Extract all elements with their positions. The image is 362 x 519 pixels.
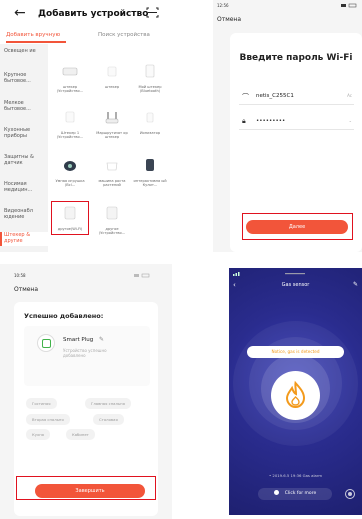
device-label: интерактивна ый Кулит...	[133, 179, 167, 188]
password-field[interactable]: •••••••••	[256, 118, 285, 124]
category-item[interactable]: Видеонабл юдение	[4, 208, 48, 220]
device-label: штекер	[104, 85, 120, 89]
edit-pencil-icon[interactable]: ✎	[353, 281, 358, 288]
category-item[interactable]: Кухонные приборы	[4, 127, 48, 139]
cancel-button[interactable]: Отмена	[14, 286, 38, 293]
device-status-text: Устройство успешно добавлено	[63, 348, 107, 358]
plug-device-icon	[65, 111, 75, 123]
router-plug-icon	[105, 112, 119, 124]
click-for-more-button[interactable]: Click for more	[258, 488, 332, 500]
room-chip[interactable]: Вторая спальня	[26, 414, 70, 425]
wifi-icon: ⌒	[242, 93, 249, 101]
device-tile[interactable]: штекер (Устройство...	[51, 64, 89, 93]
change-network-link[interactable]: Ac	[347, 93, 352, 98]
more-dot-icon	[273, 490, 279, 495]
highlight-box	[51, 201, 89, 235]
device-label: Умная игрушка (Bcl...	[55, 179, 85, 188]
back-arrow-icon[interactable]: ←	[14, 5, 26, 21]
lock-icon: 🔒︎	[242, 117, 246, 125]
status-bar-info	[285, 273, 305, 275]
device-label: Штекер 1 (Устройство...	[56, 131, 84, 140]
category-label: Штекер & другие	[4, 232, 31, 244]
device-tile[interactable]: интерактивна ый Кулит...	[131, 158, 169, 187]
plug-device-icon	[107, 66, 117, 77]
show-password-icon[interactable]: ⌄	[349, 118, 352, 123]
device-tile[interactable]: Умная игрушка (Bcl...	[51, 158, 89, 187]
room-chip[interactable]: Кабинет	[66, 429, 95, 440]
category-item-active[interactable]: Штекер & другие	[0, 232, 48, 246]
cancel-button[interactable]: Отмена	[217, 16, 241, 23]
alarm-log-entry: • 2019.6.5 19:36 Gas alarm	[268, 473, 323, 478]
device-label: машина роста растений	[98, 179, 126, 188]
device-label: Ионизатор	[139, 131, 161, 135]
status-time: 10:58	[14, 273, 26, 278]
category-item[interactable]: Освещен ие	[4, 48, 48, 54]
room-chip[interactable]: Кухня	[26, 429, 50, 440]
device-tile[interactable]: штекер	[93, 64, 131, 89]
active-category-bar	[0, 232, 2, 246]
add-device-screen: ← Добавить устройство Добавить вручную П…	[0, 0, 172, 252]
plant-machine-icon	[106, 162, 118, 171]
network-name: netis_C255C1	[256, 93, 294, 99]
wifi-password-screen: 12:56 Отмена Введите пароль Wi-Fi ⌒ neti…	[213, 0, 362, 252]
network-row[interactable]: ⌒ netis_C255C1 Ac	[239, 89, 354, 105]
device-tile[interactable]: Маршрутизат ор штекер	[93, 110, 131, 139]
category-item[interactable]: Носимая медицин...	[4, 181, 48, 193]
ionizer-icon	[146, 112, 154, 123]
plug-icon	[37, 334, 55, 352]
password-row[interactable]: 🔒︎ ••••••••• ⌄	[239, 114, 354, 130]
wifi-title: Введите пароль Wi-Fi	[239, 53, 353, 63]
tab-add-manually[interactable]: Добавить вручную	[6, 32, 60, 38]
status-icons	[134, 273, 150, 278]
device-label: другое (Устройство...	[98, 227, 126, 236]
tab-search-device[interactable]: Поиск устройства	[98, 32, 150, 38]
device-tile[interactable]: машина роста растений	[93, 158, 131, 187]
gas-notice-banner: Notice, gas is detected	[247, 346, 344, 358]
success-title: Успешно добавлено:	[24, 312, 104, 320]
edit-pencil-icon[interactable]: ✎	[99, 336, 104, 343]
added-success-screen: 10:58 Отмена Успешно добавлено: Smart Pl…	[0, 264, 172, 519]
device-label: Мой штекер (Bluetooth)	[138, 85, 162, 94]
flame-circle	[271, 371, 320, 420]
device-tile[interactable]: Штекер 1 (Устройство...	[51, 110, 89, 139]
device-tile[interactable]: Мой штекер (Bluetooth)	[131, 64, 169, 93]
highlight-box	[242, 213, 353, 240]
device-title: Gas sensor	[281, 282, 310, 288]
gas-sensor-screen: ‹ Gas sensor ✎ Notice, gas is detected •…	[229, 268, 362, 515]
category-item[interactable]: Защитны & датчик	[4, 154, 48, 166]
plug-device-icon	[145, 64, 155, 78]
room-chip[interactable]: Столовая	[93, 414, 124, 425]
device-label: Маршрутизат ор штекер	[96, 131, 128, 140]
device-tile[interactable]: Ионизатор	[131, 110, 169, 135]
device-tile[interactable]: другое (Устройство...	[93, 206, 131, 235]
room-chip[interactable]: Гостиная	[26, 398, 57, 409]
status-time: 12:56	[217, 3, 229, 8]
highlight-box	[16, 476, 156, 500]
device-label: штекер (Устройство...	[56, 85, 84, 94]
smart-toy-icon	[64, 161, 76, 171]
flame-icon	[285, 380, 306, 409]
active-tab-indicator	[6, 41, 66, 43]
plug-device-icon	[62, 67, 78, 76]
status-icons	[341, 3, 357, 8]
room-chip[interactable]: Главная спальня	[85, 398, 131, 409]
scan-icon[interactable]	[146, 7, 159, 18]
category-item[interactable]: Мелкое бытовое...	[4, 100, 48, 112]
other-device-icon	[106, 206, 118, 220]
more-label: Click for more	[284, 491, 317, 496]
signal-icon	[233, 272, 240, 276]
category-item[interactable]: Крупное бытовое...	[4, 72, 48, 84]
interactive-device-icon	[146, 159, 154, 171]
device-name: Smart Plug	[63, 337, 94, 343]
page-title: Добавить устройство	[38, 9, 149, 19]
settings-gear-icon[interactable]	[345, 489, 355, 499]
